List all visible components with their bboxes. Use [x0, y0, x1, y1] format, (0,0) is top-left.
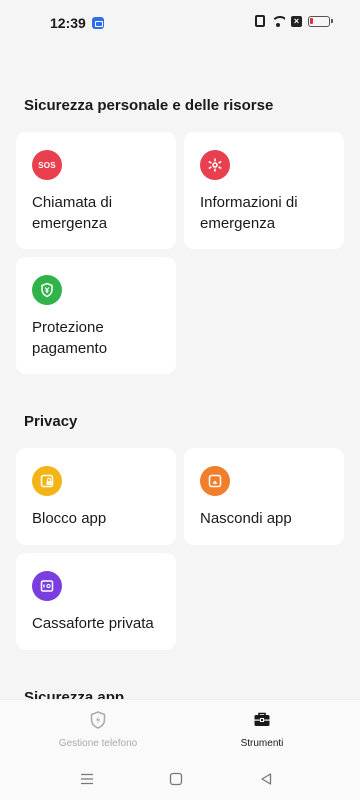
app-lock-icon [32, 466, 62, 496]
medical-asterisk-icon [200, 150, 230, 180]
nfc-icon [255, 15, 265, 27]
home-icon[interactable] [166, 769, 186, 789]
wifi-icon [271, 15, 285, 27]
x-icon: × [291, 15, 302, 27]
card-emergency-call[interactable]: SOS Chiamata di emergenza [16, 132, 176, 249]
card-label: Informazioni di emergenza [200, 194, 298, 232]
card-emergency-info[interactable]: Informazioni di emergenza [184, 132, 344, 249]
battery-low-icon [308, 15, 333, 27]
card-app-lock[interactable]: Blocco app [16, 448, 176, 545]
hide-app-icon [200, 466, 230, 496]
tab-label: Strumenti [240, 738, 284, 749]
back-icon[interactable] [256, 769, 276, 789]
payment-shield-icon [32, 275, 62, 305]
menu-icon[interactable] [77, 769, 97, 789]
tab-gestione-telefono[interactable]: Gestione telefono [8, 710, 188, 749]
status-time: 12:39 [50, 15, 86, 31]
status-bar: 12:39 × [0, 0, 360, 46]
card-label: Chiamata di emergenza [32, 194, 113, 232]
card-label: Cassaforte privata [32, 615, 154, 632]
sos-icon: SOS [32, 150, 62, 180]
section-title-personal: Sicurezza personale e delle risorse [24, 97, 274, 114]
status-icons: × [255, 15, 333, 27]
card-hide-app[interactable]: Nascondi app [184, 448, 344, 545]
private-safe-icon [32, 571, 62, 601]
shield-bolt-icon [88, 710, 108, 735]
system-nav-bar [0, 759, 360, 800]
card-label: Blocco app [32, 510, 107, 527]
card-payment-protection[interactable]: Protezione pagamento [16, 257, 176, 374]
tab-label: Gestione telefono [58, 738, 138, 749]
tab-strumenti[interactable]: Strumenti [172, 710, 352, 749]
bottom-nav: Gestione telefono Strumenti [0, 699, 360, 759]
notification-app-icon [92, 17, 104, 29]
card-label: Nascondi app [200, 510, 292, 527]
toolbox-icon [252, 710, 272, 735]
card-label: Protezione pagamento [32, 319, 108, 357]
section-title-privacy: Privacy [24, 413, 78, 430]
card-private-safe[interactable]: Cassaforte privata [16, 553, 176, 650]
